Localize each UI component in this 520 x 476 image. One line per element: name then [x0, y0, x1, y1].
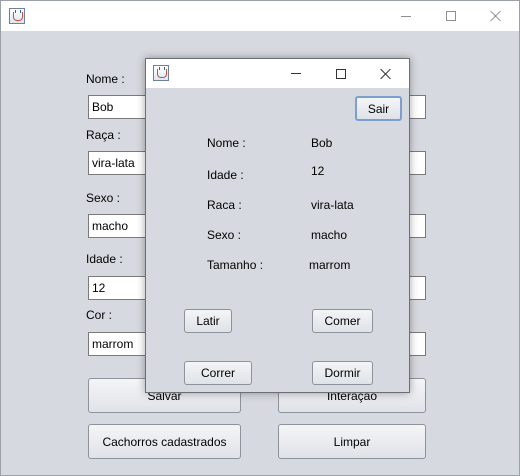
- dialog-close-button[interactable]: [363, 59, 408, 88]
- info-raca-value: vira-lata: [311, 198, 354, 212]
- close-icon: [380, 68, 392, 80]
- correr-button[interactable]: Correr: [184, 361, 252, 385]
- dialog-maximize-button[interactable]: [318, 59, 363, 88]
- raca-label: Raça :: [86, 128, 121, 142]
- limpar-button[interactable]: Limpar: [278, 424, 426, 459]
- info-tamanho-label: Tamanho :: [207, 258, 264, 272]
- maximize-icon: [446, 11, 456, 21]
- cachorros-cadastrados-button[interactable]: Cachorros cadastrados: [88, 424, 241, 459]
- info-idade-value: 12: [311, 164, 325, 178]
- info-nome-label: Nome :: [207, 136, 246, 150]
- info-tamanho-value: marrom: [309, 258, 351, 272]
- java-cup-icon: [153, 65, 169, 81]
- minimize-icon: [290, 73, 301, 74]
- main-titlebar: [1, 1, 519, 31]
- comer-button[interactable]: Comer: [312, 309, 373, 333]
- sexo-label: Sexo :: [86, 191, 121, 205]
- maximize-icon: [335, 68, 346, 79]
- idade-label: Idade :: [86, 252, 123, 266]
- java-cup-icon: [9, 8, 25, 24]
- info-sexo-value: macho: [311, 228, 348, 242]
- minimize-icon: [401, 15, 411, 17]
- cor-label: Cor :: [86, 308, 113, 322]
- dialog-titlebar: [146, 59, 409, 88]
- info-nome-value: Bob: [311, 136, 333, 150]
- minimize-button[interactable]: [383, 1, 429, 31]
- dialog-minimize-button[interactable]: [273, 59, 318, 88]
- info-sexo-label: Sexo :: [207, 228, 242, 242]
- interaction-dialog: Sair Nome : Bob Idade : 12 Raca : vira-l…: [145, 58, 410, 393]
- close-icon: [490, 10, 502, 22]
- info-idade-label: Idade :: [207, 168, 244, 182]
- dormir-button[interactable]: Dormir: [312, 361, 373, 385]
- nome-label: Nome :: [86, 72, 125, 86]
- close-button[interactable]: [473, 1, 519, 31]
- info-raca-label: Raca :: [207, 198, 242, 212]
- maximize-button[interactable]: [428, 1, 474, 31]
- latir-button[interactable]: Latir: [184, 309, 232, 333]
- sair-button[interactable]: Sair: [355, 96, 402, 121]
